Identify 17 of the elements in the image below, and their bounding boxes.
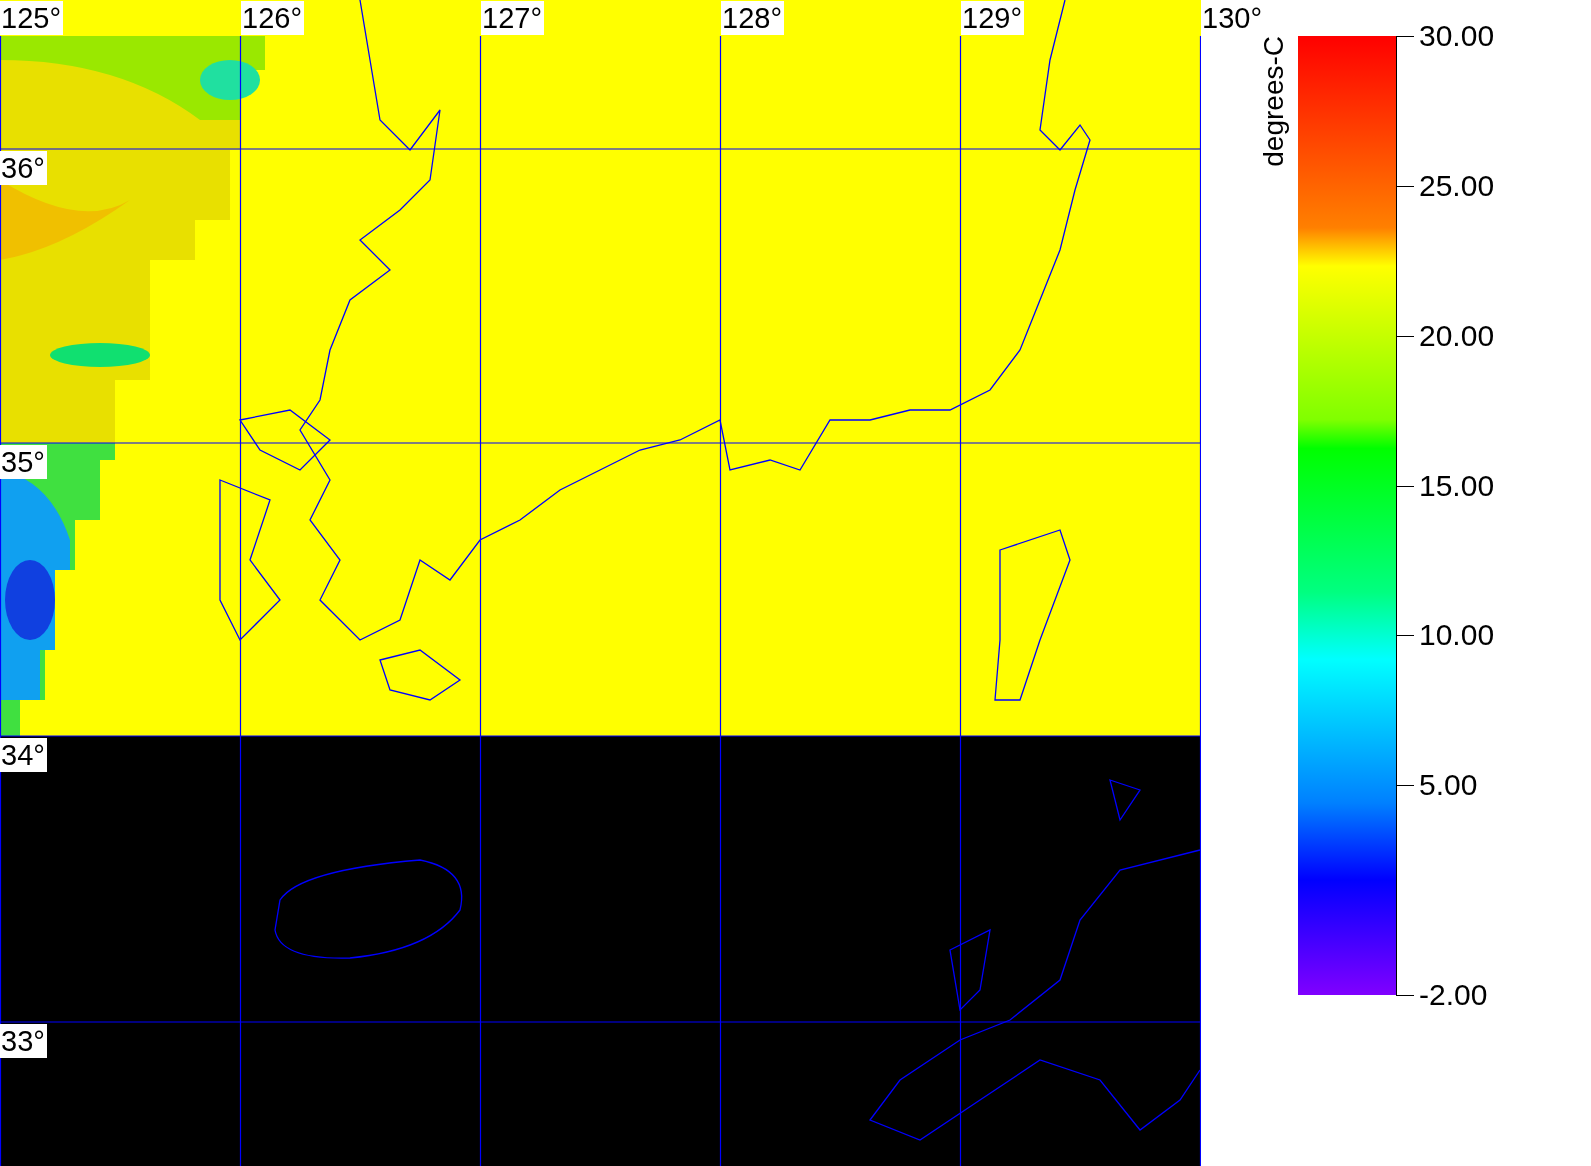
colorbar-title: degrees-C xyxy=(1259,36,1289,167)
longitude-label: 127° xyxy=(481,1,544,35)
colorbar-tick-label: -2.00 xyxy=(1419,978,1488,1012)
latitude-label: 36° xyxy=(0,151,47,185)
longitude-label: 129° xyxy=(961,1,1024,35)
longitude-label: 126° xyxy=(241,1,304,35)
longitude-label: 125° xyxy=(0,1,63,35)
longitude-label: 128° xyxy=(721,1,784,35)
latitude-label: 34° xyxy=(0,738,47,772)
colorbar-tick-label: 25.00 xyxy=(1419,168,1495,203)
colorbar-tick-label: 20.00 xyxy=(1419,318,1495,353)
colorbar-tick-label: 30.00 xyxy=(1419,19,1495,53)
colorbar-tick-label: 15.00 xyxy=(1419,468,1495,503)
colorbar-tick-label: 10.00 xyxy=(1419,618,1495,653)
latitude-label: 35° xyxy=(0,445,47,479)
latitude-label: 33° xyxy=(0,1024,47,1058)
colorbar-tick-label: 5.00 xyxy=(1419,768,1478,803)
